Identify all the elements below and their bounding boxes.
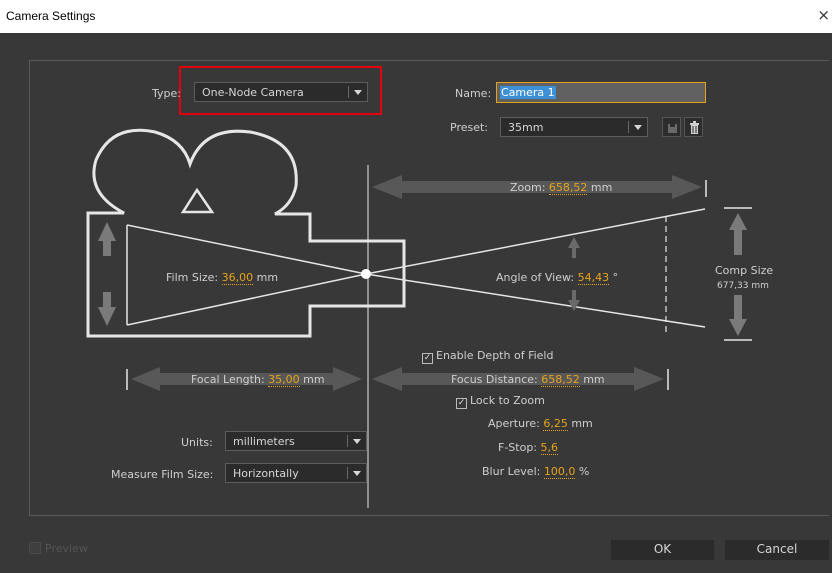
- angle-of-view-value[interactable]: 54,43: [577, 271, 610, 285]
- units-label: Units:: [181, 436, 213, 449]
- preset-dropdown[interactable]: 35mm: [500, 117, 648, 137]
- cancel-button[interactable]: Cancel: [725, 540, 829, 560]
- measure-film-value: Horizontally: [233, 467, 299, 480]
- checkmark-icon: ✓: [422, 353, 433, 364]
- preset-value: 35mm: [508, 121, 544, 134]
- viewfinder-triangle-icon: [180, 187, 215, 214]
- blur-level-value[interactable]: 100,0: [543, 465, 576, 479]
- aperture-readout: Aperture: 6,25 mm: [488, 417, 593, 431]
- lock-to-zoom-checkbox[interactable]: ✓ Lock to Zoom: [456, 394, 545, 409]
- focal-length-readout: Focal Length: 35,00 mm: [191, 373, 325, 387]
- angle-of-view-readout: Angle of View: 54,43 °: [496, 271, 619, 285]
- measure-film-label: Measure Film Size:: [111, 468, 214, 481]
- chevron-down-icon: [353, 471, 361, 476]
- type-value: One-Node Camera: [202, 86, 304, 99]
- nodal-point: [361, 269, 371, 279]
- type-label: Type:: [152, 87, 181, 100]
- save-preset-icon[interactable]: [662, 117, 681, 137]
- chevron-down-icon: [634, 125, 642, 130]
- chevron-down-icon: [353, 439, 361, 444]
- depth-of-field-checkbox[interactable]: ✓ Enable Depth of Field: [422, 349, 553, 364]
- preset-label: Preset:: [450, 121, 489, 134]
- aperture-value[interactable]: 6,25: [543, 417, 568, 431]
- zoom-readout: Zoom: 658,52 mm: [510, 181, 613, 195]
- name-value: Camera 1: [500, 86, 556, 99]
- film-arrow-down: [98, 292, 116, 326]
- camera-body-outline: [86, 128, 406, 338]
- film-size-readout: Film Size: 36,00 mm: [166, 271, 279, 285]
- fstop-readout: F-Stop: 5,6: [498, 441, 559, 455]
- units-dropdown[interactable]: millimeters: [225, 431, 367, 451]
- chevron-down-icon: [354, 90, 362, 95]
- ok-button[interactable]: OK: [611, 540, 714, 560]
- comp-size-label: Comp Size: [715, 264, 774, 277]
- units-value: millimeters: [233, 435, 295, 448]
- name-label: Name:: [455, 87, 492, 100]
- zoom-value[interactable]: 658,52: [548, 181, 588, 195]
- checkbox-icon: [29, 542, 41, 554]
- focal-length-value[interactable]: 35,00: [268, 373, 300, 387]
- focus-distance-value[interactable]: 658,52: [541, 373, 580, 387]
- film-size-value[interactable]: 36,00: [221, 271, 254, 285]
- fstop-value[interactable]: 5,6: [540, 441, 559, 455]
- preview-checkbox[interactable]: Preview: [29, 542, 88, 555]
- focus-distance-readout: Focus Distance: 658,52 mm: [451, 373, 605, 387]
- blur-level-readout: Blur Level: 100,0 %: [482, 465, 590, 479]
- trash-icon[interactable]: [684, 117, 703, 137]
- camera-diagram: [86, 128, 752, 508]
- film-arrow-up: [98, 222, 116, 256]
- type-dropdown[interactable]: One-Node Camera: [194, 82, 368, 102]
- name-input[interactable]: Camera 1: [496, 82, 706, 103]
- checkmark-icon: ✓: [456, 398, 467, 409]
- comp-size-value: 677,33 mm: [717, 281, 769, 291]
- measure-film-dropdown[interactable]: Horizontally: [225, 463, 367, 483]
